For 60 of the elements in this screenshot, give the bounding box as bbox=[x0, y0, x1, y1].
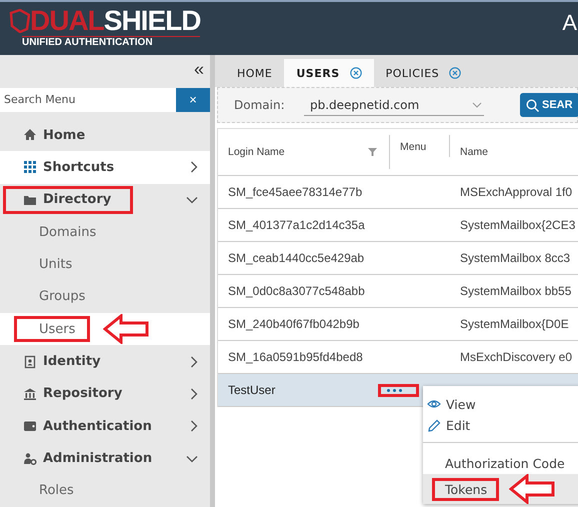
tab[interactable]: HOME bbox=[225, 59, 284, 87]
table-cell: MSExchApproval 1f0 bbox=[460, 185, 572, 199]
table-row[interactable]: SM_240b40f67fb042b9b SystemMailbox{D0E bbox=[218, 308, 578, 341]
more-options-button[interactable] bbox=[378, 384, 419, 396]
table-row[interactable]: SM_401377a1c2d14c35a SystemMailbox{2CE3 bbox=[218, 209, 578, 242]
sidebar-subitem[interactable]: Domains bbox=[0, 216, 210, 248]
collapse-button[interactable]: « bbox=[194, 58, 210, 84]
clear-button[interactable]: × bbox=[176, 88, 210, 112]
wallet-icon bbox=[23, 419, 37, 434]
table-cell: SystemMailbox{D0E bbox=[460, 317, 569, 331]
users-gear-icon bbox=[23, 452, 37, 466]
domain-label: Domain: bbox=[234, 98, 286, 112]
logo-subtitle: UNIFIED AUTHENTICATION bbox=[22, 36, 200, 49]
sidebar-item[interactable]: Authentication bbox=[0, 410, 210, 442]
table-cell: SM_fce45aee78314e77b bbox=[228, 185, 362, 199]
tab[interactable]: USERS bbox=[284, 59, 374, 87]
filter-icon bbox=[368, 148, 377, 156]
table-cell: SystemMailbox bb55 bbox=[460, 284, 572, 298]
table-row[interactable]: SM_fce45aee78314e77b MSExchApproval 1f0 bbox=[218, 176, 578, 209]
sidebar-subitem[interactable]: Groups bbox=[0, 280, 210, 313]
table-cell: SystemMailbox{2CE3 bbox=[460, 218, 576, 232]
grid-icon bbox=[23, 160, 37, 174]
sidebar-item[interactable]: Identity bbox=[0, 345, 210, 378]
menu-item[interactable]: Authorization Code bbox=[423, 453, 578, 474]
column-header[interactable]: Name bbox=[460, 146, 488, 158]
sidebar-subitem[interactable]: Users bbox=[0, 312, 210, 346]
table-cell: SM_240b40f67fb042b9b bbox=[228, 317, 360, 331]
sidebar-item[interactable]: Repository bbox=[0, 378, 210, 410]
id-badge-icon bbox=[23, 354, 37, 368]
sidebar-item[interactable]: Administration bbox=[0, 442, 210, 475]
chevron-down-icon bbox=[472, 102, 482, 108]
table-cell: SM_ceab1440cc5e429ab bbox=[228, 251, 364, 265]
table-row[interactable]: SM_0d0c8a3077c548abb SystemMailbox bb55 bbox=[218, 275, 578, 308]
column-header[interactable]: Menu bbox=[400, 141, 426, 153]
table-cell: MsExchDiscovery e0 bbox=[460, 350, 572, 364]
table-row[interactable]: SM_ceab1440cc5e429ab SystemMailbox 8cc3 bbox=[218, 242, 578, 275]
table-cell: SM_401377a1c2d14c35a bbox=[228, 218, 365, 232]
sidebar-subitem[interactable]: Units bbox=[0, 248, 210, 281]
logo-text-primary: DUAL bbox=[30, 6, 104, 36]
domain-dropdown[interactable]: pb.deepnetid.com bbox=[304, 94, 484, 116]
table-cell: TestUser bbox=[228, 383, 276, 397]
search-button[interactable]: SEAR bbox=[520, 93, 578, 117]
tab[interactable]: POLICIES bbox=[374, 59, 474, 87]
table-cell: SystemMailbox 8cc3 bbox=[460, 251, 570, 265]
menu-item[interactable]: Tokens bbox=[423, 474, 578, 504]
pencil-icon bbox=[427, 418, 441, 432]
table-cell: SM_0d0c8a3077c548abb bbox=[228, 284, 365, 298]
home-icon bbox=[23, 128, 37, 142]
bank-icon bbox=[23, 386, 37, 401]
sidebar-item[interactable]: Home bbox=[0, 118, 210, 152]
sidebar-item[interactable]: Shortcuts bbox=[0, 151, 210, 184]
header-title: A bbox=[562, 9, 577, 36]
search-field[interactable]: Search Menu bbox=[0, 88, 176, 112]
column-header[interactable]: Login Name bbox=[228, 146, 285, 158]
shield-outline-icon bbox=[8, 9, 30, 33]
sidebar-subitem[interactable]: Roles bbox=[0, 474, 210, 507]
search-icon bbox=[526, 98, 539, 112]
table-cell: SM_16a0591b95fd4bed8 bbox=[228, 350, 363, 364]
menu-item[interactable]: Edit bbox=[423, 415, 578, 436]
logo-text-secondary: SHIELD bbox=[104, 6, 200, 36]
